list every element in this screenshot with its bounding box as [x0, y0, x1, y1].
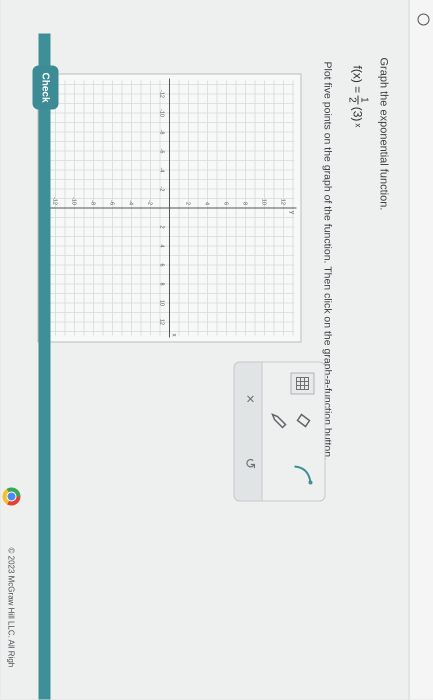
y-tick-label: 12 [280, 199, 286, 205]
x-tick-label: -4 [159, 168, 165, 173]
y-tick-label: -8 [90, 200, 96, 205]
curve-tool-icon[interactable] [291, 463, 315, 487]
assessment-screen: Graph the exponential function. f(x) = 1… [0, 0, 433, 700]
x-tick-label: -10 [159, 109, 165, 117]
toolbox-actions: × ↺ [233, 361, 263, 502]
check-button[interactable]: Check [32, 65, 59, 110]
x-tick-label: 4 [159, 244, 165, 247]
graph-area[interactable]: -12 -10 -8 -6 -4 -2 2 4 6 8 10 12 12 10 8 6 4 2 -2 -4 -6 -8 -1… [37, 73, 302, 343]
y-tick-label: -12 [52, 197, 58, 205]
x-tick-label: 2 [159, 225, 165, 228]
function-lhs: f(x) = [351, 65, 365, 94]
footer-bar [38, 33, 51, 700]
x-tick-label: 12 [159, 319, 165, 325]
fraction-numerator: 1 [357, 95, 370, 105]
y-tick-label: 6 [223, 202, 229, 205]
y-tick-label: -2 [147, 200, 153, 205]
x-axis-label: x [171, 334, 177, 337]
fraction-denominator: 2 [346, 97, 358, 103]
x-tick-label: -8 [159, 130, 165, 135]
function-formula: f(x) = 1 2 (3) x [347, 65, 370, 128]
x-tick-label: 6 [159, 263, 165, 266]
x-tick-label: -6 [159, 149, 165, 154]
x-tick-label: 10 [159, 300, 165, 306]
copyright-text: © 2023 McGraw Hill LLC. All Righ [6, 547, 16, 668]
y-tick-label: 2 [185, 202, 191, 205]
question-prompt: Graph the exponential function. [377, 57, 390, 211]
chrome-icon[interactable] [2, 487, 21, 506]
y-tick-label: -4 [128, 200, 134, 205]
bezel-circle-icon [417, 13, 430, 26]
browser-bezel [408, 0, 433, 700]
x-tick-label: -12 [159, 90, 165, 98]
y-tick-label: 8 [242, 202, 248, 205]
x-tick-label: 8 [159, 282, 165, 285]
clear-button[interactable]: × [242, 395, 259, 404]
eraser-icon[interactable] [295, 411, 315, 431]
coefficient-fraction: 1 2 [347, 95, 370, 105]
y-tick-label: 10 [261, 199, 267, 205]
y-tick-label: -10 [71, 197, 77, 205]
y-tick-label: 4 [204, 202, 210, 205]
undo-button[interactable]: ↺ [242, 458, 259, 470]
x-tick-label: -2 [159, 187, 165, 192]
function-base: (3) [351, 106, 365, 122]
y-axis-label: y [289, 211, 295, 214]
coordinate-grid[interactable]: -12 -10 -8 -6 -4 -2 2 4 6 8 10 12 12 10 8 6 4 2 -2 -4 -6 -8 -1… [39, 75, 301, 342]
grid-tool-icon[interactable] [290, 372, 315, 395]
y-tick-label: -6 [109, 200, 115, 205]
function-exponent: x [353, 123, 363, 128]
pencil-icon[interactable] [269, 411, 289, 431]
